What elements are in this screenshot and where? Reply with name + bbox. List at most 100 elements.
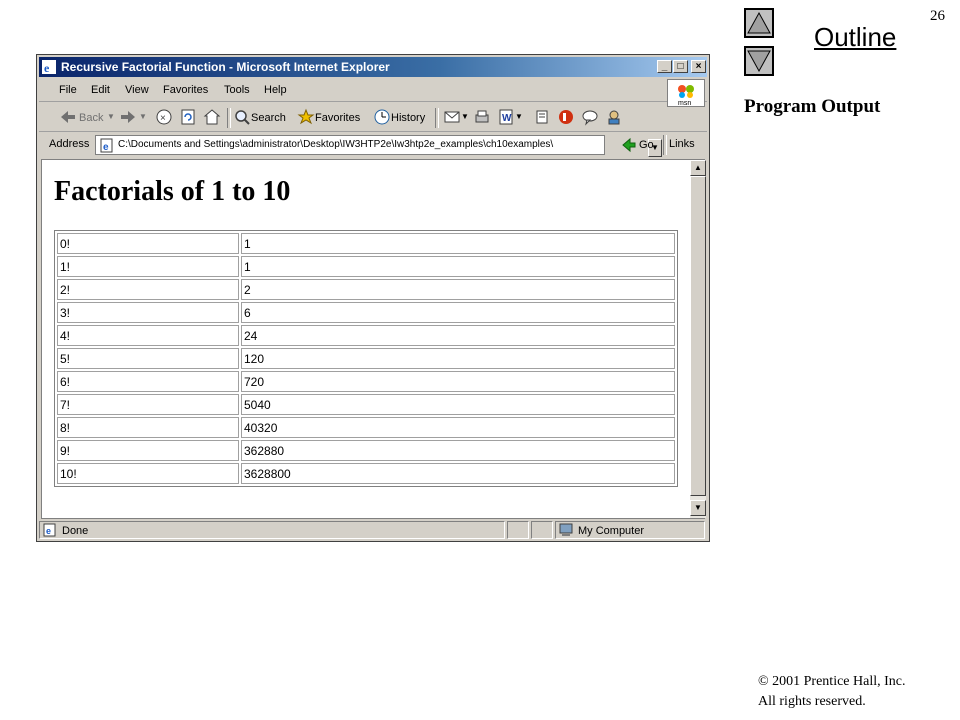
address-separator [663,135,667,155]
next-slide-button[interactable] [744,46,774,76]
discussion-icon[interactable] [605,108,623,126]
factorial-value-cell: 6 [241,302,675,323]
table-row: 10! 3628800 [57,463,675,484]
factorial-label-cell: 4! [57,325,239,346]
status-zone: My Computer [555,521,705,539]
messenger-icon[interactable] [581,108,599,126]
table-row: 0! 1 [57,233,675,254]
history-icon[interactable] [373,108,391,126]
links-button[interactable]: Links [669,138,695,150]
menu-file[interactable]: File [59,84,77,96]
previous-slide-button[interactable] [744,8,774,38]
factorial-label-cell: 10! [57,463,239,484]
ie-logo-icon: e [42,60,56,74]
title-bar: e Recursive Factorial Function - Microso… [39,57,707,77]
factorial-label-cell: 2! [57,279,239,300]
menu-favorites[interactable]: Favorites [163,84,208,96]
table-row: 6! 720 [57,371,675,392]
stop-icon[interactable]: × [155,108,173,126]
table-row: 7! 5040 [57,394,675,415]
menu-edit[interactable]: Edit [91,84,110,96]
factorial-label-cell: 5! [57,348,239,369]
toolbar: Back ▼ ▼ × Search Favorites History ▼ W … [39,105,707,132]
back-button[interactable]: Back [79,112,103,124]
search-icon[interactable] [233,108,251,126]
menu-view[interactable]: View [125,84,149,96]
menu-help[interactable]: Help [264,84,287,96]
discuss-icon[interactable] [533,108,551,126]
factorial-value-cell: 720 [241,371,675,392]
back-dropdown-icon[interactable]: ▼ [107,112,115,121]
scroll-down-icon[interactable]: ▼ [690,500,706,516]
status-cell-empty [531,521,553,539]
content-area: Factorials of 1 to 10 0! 1 1! 1 2! 2 3! 6 4! 24 5!… [41,159,706,519]
address-field[interactable]: e C:\Documents and Settings\administrato… [95,135,662,157]
go-label: Go [639,139,654,151]
msn-butterfly-icon: msn [678,85,694,107]
triangle-down-icon [747,50,771,73]
status-text: Done [62,525,89,537]
back-arrow-icon[interactable] [59,108,77,126]
history-button[interactable]: History [391,112,425,124]
computer-icon [559,523,573,536]
table-row: 9! 362880 [57,440,675,461]
table-row: 1! 1 [57,256,675,277]
refresh-icon[interactable] [179,108,197,126]
mail-icon[interactable] [443,108,461,126]
factorial-value-cell: 5040 [241,394,675,415]
svg-text:e: e [103,142,109,153]
page-heading: Factorials of 1 to 10 [54,176,291,207]
menu-bar: File Edit View Favorites Tools Help msn [39,79,707,107]
factorial-label-cell: 8! [57,417,239,438]
toolbar-separator [435,108,439,128]
close-button[interactable]: × [691,60,706,73]
factorial-value-cell: 1 [241,233,675,254]
table-row: 3! 6 [57,302,675,323]
address-value: C:\Documents and Settings\administrator\… [118,139,554,150]
factorial-label-cell: 0! [57,233,239,254]
table-row: 4! 24 [57,325,675,346]
home-icon[interactable] [203,108,221,126]
status-cell-empty [507,521,529,539]
svg-text:e: e [44,61,50,74]
table-row: 8! 40320 [57,417,675,438]
factorial-value-cell: 2 [241,279,675,300]
print-icon[interactable] [473,108,491,126]
search-button[interactable]: Search [251,112,286,124]
copyright: © 2001 Prentice Hall, Inc. All rights re… [758,672,906,712]
go-button[interactable]: Go [621,136,667,154]
research-icon[interactable] [557,108,575,126]
page-icon: e [100,138,113,153]
scroll-thumb[interactable] [690,176,706,496]
scroll-up-icon[interactable]: ▲ [690,160,706,176]
factorial-table: 0! 1 1! 1 2! 2 3! 6 4! 24 5! 120 6! 720 7! 5040 8! 40320 9… [54,230,678,487]
outline-link[interactable]: Outline [814,22,896,53]
vertical-scrollbar[interactable]: ▲ ▼ [690,160,706,518]
msn-logo: msn [667,79,705,107]
factorial-label-cell: 1! [57,256,239,277]
factorial-value-cell: 120 [241,348,675,369]
section-label: Program Output [744,96,881,117]
factorial-value-cell: 3628800 [241,463,675,484]
svg-text:e: e [46,526,51,536]
minimize-button[interactable]: _ [657,60,672,73]
triangle-up-icon [747,11,771,34]
address-label: Address [49,138,90,150]
page-done-icon: e [43,523,56,537]
table-row: 2! 2 [57,279,675,300]
favorites-button[interactable]: Favorites [315,112,360,124]
window-title: Recursive Factorial Function - Microsoft… [61,60,390,74]
forward-arrow-icon[interactable] [119,108,137,126]
mail-dropdown-icon[interactable]: ▼ [461,112,469,121]
address-bar: Address e C:\Documents and Settings\admi… [39,133,707,157]
menu-tools[interactable]: Tools [224,84,250,96]
edit-icon[interactable]: W [497,108,515,126]
maximize-button[interactable]: □ [673,60,688,73]
copyright-line2: All rights reserved. [758,694,866,709]
favorites-icon[interactable] [297,108,315,126]
edit-dropdown-icon[interactable]: ▼ [515,112,523,121]
page-number: 26 [930,8,945,24]
forward-dropdown-icon[interactable]: ▼ [139,112,147,121]
factorial-label-cell: 6! [57,371,239,392]
copyright-line1: © 2001 Prentice Hall, Inc. [758,674,906,689]
